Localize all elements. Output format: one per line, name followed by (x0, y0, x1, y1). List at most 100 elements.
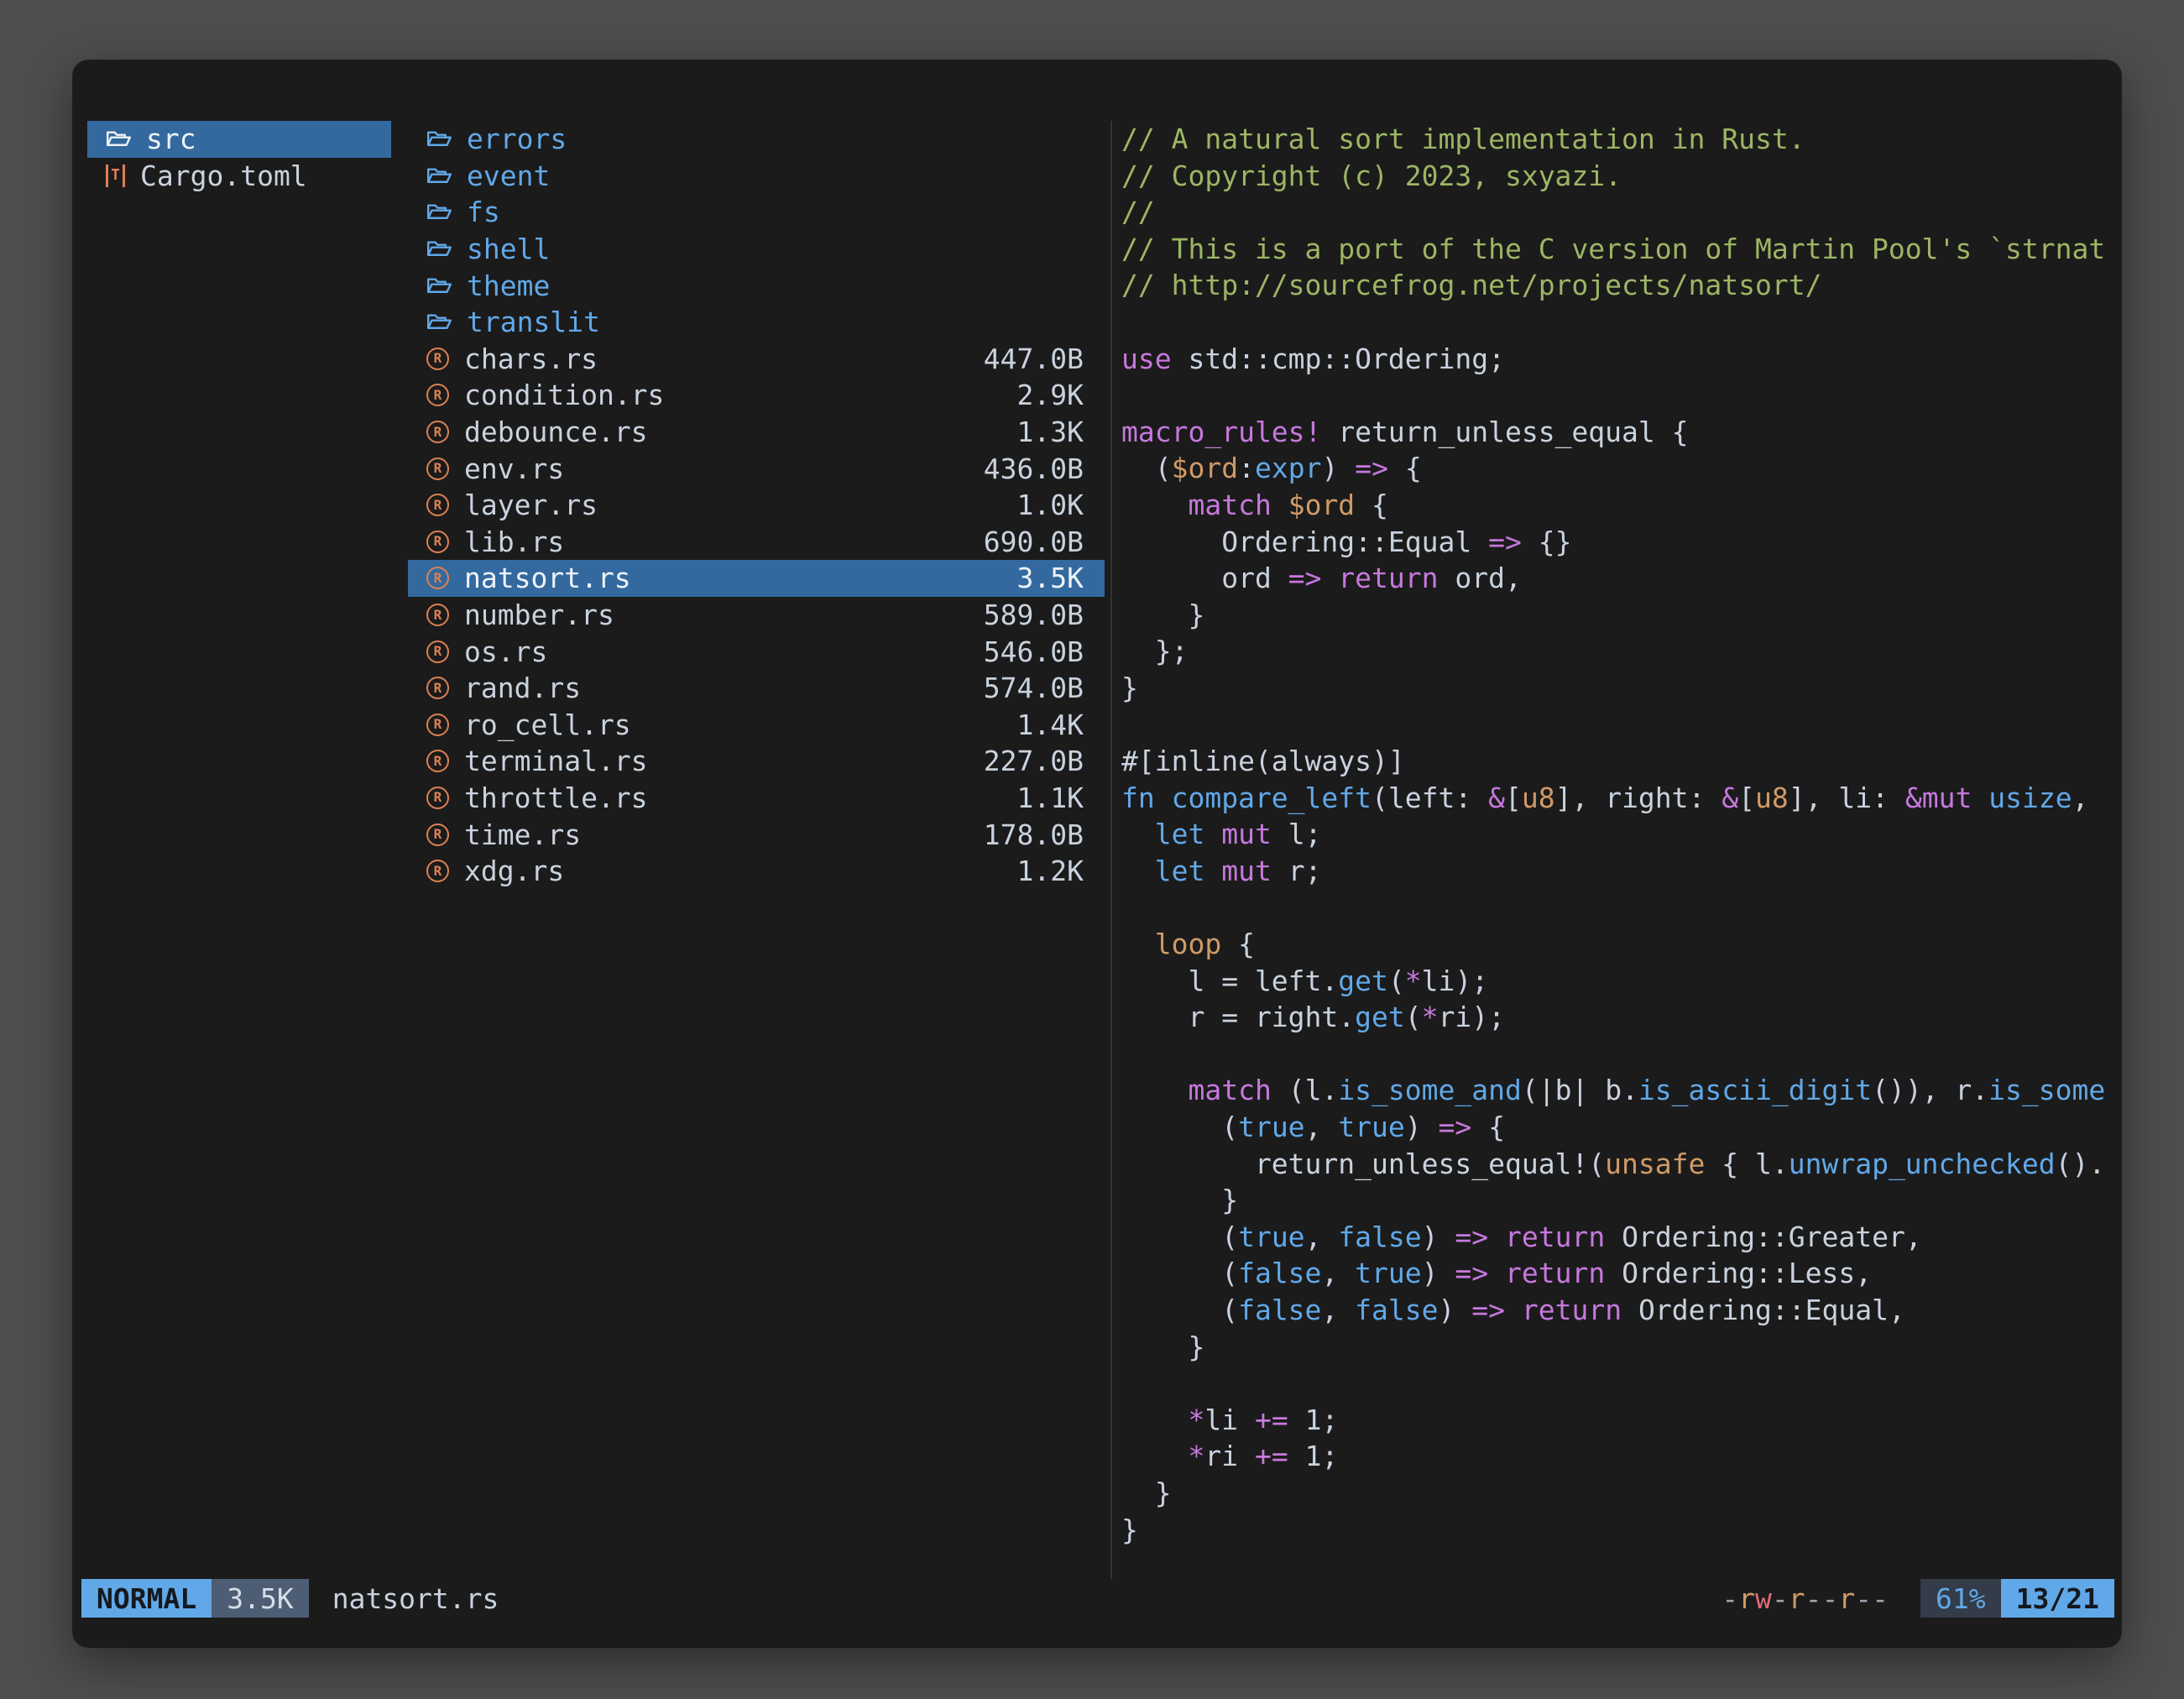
file-name: env.rs (464, 452, 564, 485)
file-size: 1.0K (1017, 489, 1084, 521)
code-line (1121, 889, 2121, 926)
code-line: (true, true) => { (1121, 1109, 2121, 1146)
file-size-badge: 3.5K (212, 1579, 308, 1618)
code-line (1121, 304, 2121, 341)
file-name: Cargo.toml (140, 159, 307, 192)
file-row[interactable]: Rnatsort.rs3.5K (408, 560, 1105, 597)
file-row[interactable]: errors (408, 121, 1105, 158)
toml-icon: T (106, 165, 125, 187)
file-row[interactable]: Rthrottle.rs1.1K (408, 780, 1105, 817)
file-row[interactable]: Rrand.rs574.0B (408, 670, 1105, 707)
file-name: rand.rs (464, 672, 581, 704)
status-filename: natsort.rs (332, 1582, 499, 1615)
file-row[interactable]: Rnumber.rs 589.0B (408, 597, 1105, 634)
code-line: let mut l; (1121, 816, 2121, 853)
file-row[interactable]: Rlayer.rs1.0K (408, 487, 1105, 524)
code-line: macro_rules! return_unless_equal { (1121, 414, 2121, 451)
file-name: errors (467, 123, 567, 155)
current-directory-pane: errors event fs shell themetranslitRchars.rs… (408, 121, 1105, 889)
file-row[interactable]: Rcondition.rs2.9K (408, 377, 1105, 414)
rust-icon: R (426, 750, 449, 772)
folder-icon (426, 200, 452, 225)
folder-icon (426, 237, 452, 262)
file-name: natsort.rs (464, 562, 631, 594)
code-line: (false, true) => return Ordering::Less, (1121, 1255, 2121, 1292)
code-line: l = left.get(*li); (1121, 963, 2121, 1000)
file-size: 1.4K (1017, 708, 1084, 741)
file-row[interactable]: Rxdg.rs1.2K (408, 853, 1105, 890)
code-line: } (1121, 1329, 2121, 1366)
file-preview-pane: // A natural sort implementation in Rust… (1121, 121, 2121, 1579)
file-row[interactable]: Rlib.rs690.0B (408, 524, 1105, 561)
status-right-group: -rw-r--r-- 61% 13/21 (1722, 1579, 2114, 1618)
code-line: } (1121, 1182, 2121, 1219)
rust-icon: R (426, 421, 449, 443)
rust-icon: R (426, 860, 449, 882)
file-row[interactable]: Rtime.rs178.0B (408, 816, 1105, 853)
parent-directory-pane: src T Cargo.toml (87, 121, 391, 194)
file-size: 3.5K (1017, 562, 1084, 594)
folder-icon (426, 273, 452, 298)
code-line: ($ord:expr) => { (1121, 450, 2121, 487)
rust-icon: R (426, 823, 449, 846)
code-line (1121, 1365, 2121, 1402)
file-name: fs (467, 196, 500, 228)
file-row[interactable]: Rchars.rs447.0B (408, 341, 1105, 378)
file-name: number.rs (464, 599, 614, 631)
file-size: 589.0B (984, 599, 1084, 631)
code-line (1121, 1036, 2121, 1073)
file-row[interactable]: Rterminal.rs227.0B (408, 743, 1105, 780)
file-row[interactable]: translit (408, 304, 1105, 341)
code-line: loop { (1121, 926, 2121, 963)
file-name: ro_cell.rs (464, 708, 631, 741)
rust-icon: R (426, 640, 449, 663)
file-row[interactable]: Rro_cell.rs 1.4K (408, 707, 1105, 744)
file-row[interactable]: theme (408, 267, 1105, 304)
file-name: shell (467, 233, 550, 265)
code-line: let mut r; (1121, 853, 2121, 890)
file-name: theme (467, 269, 550, 302)
code-line: } (1121, 670, 2121, 707)
file-row[interactable]: src (87, 121, 391, 158)
file-name: terminal.rs (464, 745, 648, 777)
file-row[interactable]: Ros.rs546.0B (408, 633, 1105, 670)
code-line: match (l.is_some_and(|b| b.is_ascii_digi… (1121, 1072, 2121, 1109)
scroll-percentage-badge: 61% (1920, 1579, 2001, 1618)
folder-icon (106, 127, 131, 152)
file-name: layer.rs (464, 489, 598, 521)
code-line: } (1121, 597, 2121, 634)
folder-icon (426, 127, 452, 152)
code-line: }; (1121, 633, 2121, 670)
rust-icon: R (426, 348, 449, 370)
file-name: xdg.rs (464, 855, 564, 887)
file-row[interactable]: fs (408, 194, 1105, 231)
rust-icon: R (426, 531, 449, 553)
status-bar: NORMAL 3.5K natsort.rs -rw-r--r-- 61% 13… (73, 1579, 2121, 1618)
file-row[interactable]: Renv.rs436.0B (408, 450, 1105, 487)
code-line (1121, 377, 2121, 414)
code-line: Ordering::Equal => {} (1121, 524, 2121, 561)
file-row[interactable]: event (408, 158, 1105, 195)
file-name: debounce.rs (464, 416, 648, 448)
file-size: 1.3K (1017, 416, 1084, 448)
rust-icon: R (426, 714, 449, 736)
rust-icon: R (426, 677, 449, 699)
rust-icon: R (426, 604, 449, 626)
file-permissions: -rw-r--r-- (1722, 1582, 1889, 1615)
file-size: 447.0B (984, 342, 1084, 375)
folder-icon (426, 310, 452, 335)
code-line: // (1121, 194, 2121, 231)
file-row[interactable]: T Cargo.toml (87, 158, 391, 195)
file-name: event (467, 159, 550, 192)
code-line: #[inline(always)] (1121, 743, 2121, 780)
code-line: // This is a port of the C version of Ma… (1121, 231, 2121, 268)
pane-separator (1110, 121, 1112, 1579)
file-name: time.rs (464, 818, 581, 851)
file-size: 1.1K (1017, 782, 1084, 814)
file-row[interactable]: shell (408, 231, 1105, 268)
file-size: 2.9K (1017, 379, 1084, 411)
file-name: src (146, 123, 196, 155)
file-row[interactable]: Rdebounce.rs 1.3K (408, 414, 1105, 451)
file-size: 546.0B (984, 635, 1084, 668)
code-line: return_unless_equal!(unsafe { l.unwrap_u… (1121, 1146, 2121, 1183)
